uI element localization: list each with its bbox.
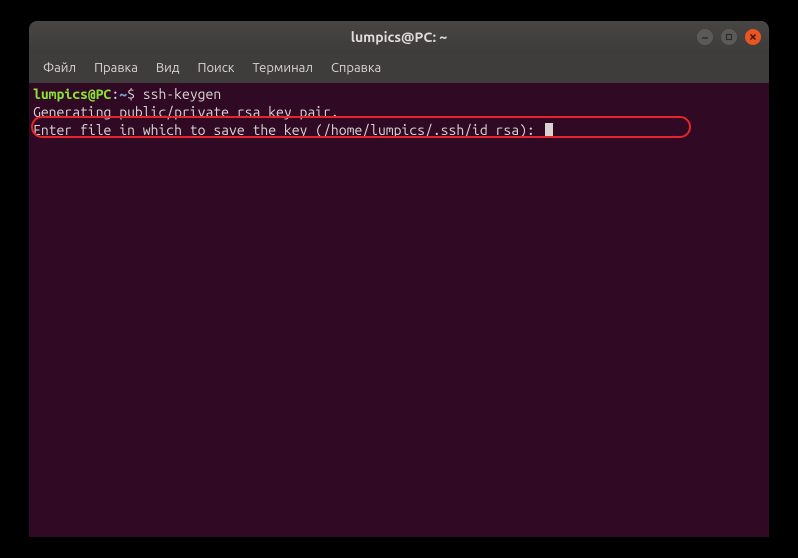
prompt-path: ~ — [119, 86, 127, 102]
prompt-dollar: $ — [127, 86, 135, 102]
close-button[interactable] — [745, 29, 761, 45]
terminal-line-3: Enter file in which to save the key (/ho… — [33, 121, 765, 139]
terminal-line-2: Generating public/private rsa key pair. — [33, 103, 765, 121]
maximize-icon — [725, 33, 733, 41]
maximize-button[interactable] — [721, 29, 737, 45]
command-text: ssh-keygen — [143, 86, 221, 102]
menu-search[interactable]: Поиск — [189, 57, 242, 79]
titlebar[interactable]: lumpics@PC: ~ — [29, 21, 769, 53]
minimize-button[interactable] — [697, 29, 713, 45]
window-controls — [697, 29, 761, 45]
menu-help[interactable]: Справка — [323, 57, 389, 79]
cursor-icon — [545, 123, 553, 138]
window-title: lumpics@PC: ~ — [351, 29, 448, 45]
minimize-icon — [701, 33, 709, 41]
menu-view[interactable]: Вид — [148, 57, 188, 79]
menu-edit[interactable]: Правка — [86, 57, 146, 79]
menubar: Файл Правка Вид Поиск Терминал Справка — [29, 53, 769, 83]
terminal-line-1: lumpics@PC:~$ ssh-keygen — [33, 85, 765, 103]
close-icon — [749, 33, 757, 41]
menu-file[interactable]: Файл — [35, 57, 84, 79]
terminal-body[interactable]: lumpics@PC:~$ ssh-keygen Generating publ… — [29, 83, 769, 537]
prompt-save-key: Enter file in which to save the key (/ho… — [33, 122, 543, 138]
terminal-window: lumpics@PC: ~ Файл Правка Вид Поиск Терм… — [29, 21, 769, 537]
prompt-user: lumpics@PC — [33, 86, 111, 102]
menu-terminal[interactable]: Терминал — [244, 57, 320, 79]
